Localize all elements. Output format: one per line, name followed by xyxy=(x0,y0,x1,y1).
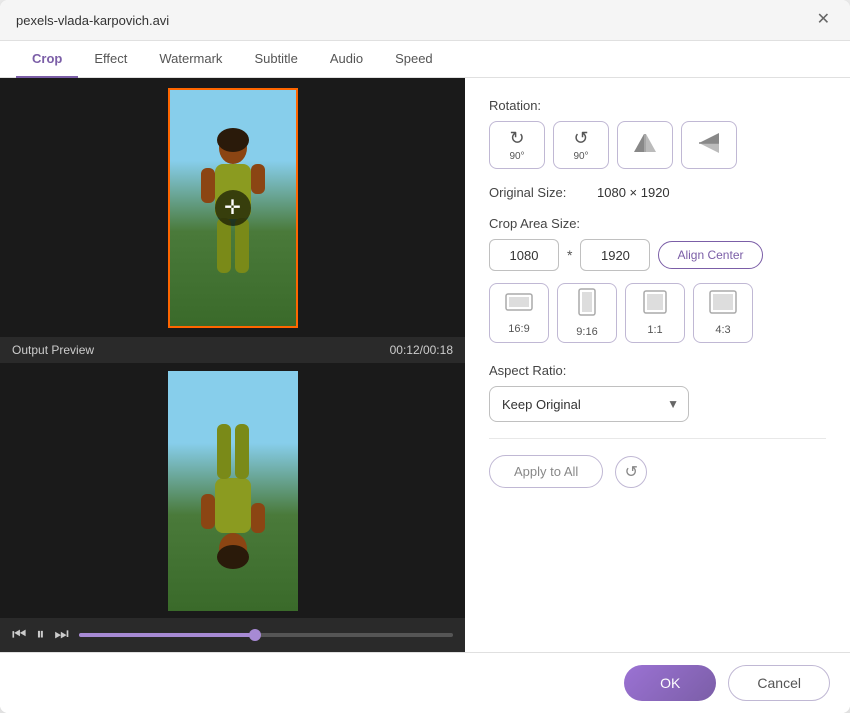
ar-1-1-label: 1:1 xyxy=(647,324,662,336)
prev-button[interactable]: ⏮ xyxy=(12,626,26,644)
time-display: 00:12/00:18 xyxy=(390,343,453,357)
right-panel: Rotation: ↻ 90° ↺ 90° xyxy=(465,78,850,652)
tab-subtitle[interactable]: Subtitle xyxy=(238,41,313,78)
divider xyxy=(489,438,826,439)
tab-watermark[interactable]: Watermark xyxy=(143,41,238,78)
next-button[interactable]: ⏭ xyxy=(54,626,68,644)
rotate-cw-button[interactable]: ↻ 90° xyxy=(489,121,545,169)
ar-4-3-button[interactable]: 4:3 xyxy=(693,283,753,343)
pause-button[interactable]: ⏸ xyxy=(36,626,44,644)
ok-button[interactable]: OK xyxy=(624,665,716,701)
apply-to-all-button[interactable]: Apply to All xyxy=(489,455,603,488)
crop-inputs: * Align Center xyxy=(489,239,826,271)
progress-fill xyxy=(79,633,255,637)
original-size-label: Original Size: xyxy=(489,185,589,200)
close-button[interactable]: ✕ xyxy=(813,10,834,30)
rotate-cw-icon: ↻ xyxy=(509,128,524,149)
ar-4-3-label: 4:3 xyxy=(715,324,730,336)
window-title: pexels-vlada-karpovich.avi xyxy=(16,13,169,28)
crop-area-section: Crop Area Size: * Align Center 16:9 xyxy=(489,216,826,347)
rotation-label: Rotation: xyxy=(489,98,826,113)
rotate-cw-label: 90° xyxy=(509,151,524,162)
progress-thumb[interactable] xyxy=(249,629,261,641)
output-video-frame xyxy=(168,371,298,611)
person-figure xyxy=(193,126,273,326)
move-cursor-icon: ✛ xyxy=(215,190,251,226)
flip-h-icon xyxy=(633,132,657,159)
ar-9-16-button[interactable]: 9:16 xyxy=(557,283,617,343)
ar-16-9-label: 16:9 xyxy=(508,323,529,335)
flip-v-icon xyxy=(697,132,721,159)
dialog-window: pexels-vlada-karpovich.avi ✕ Crop Effect… xyxy=(0,0,850,713)
ar-9-16-icon xyxy=(576,288,598,322)
tab-effect[interactable]: Effect xyxy=(78,41,143,78)
aspect-ratio-dropdown-wrap: Keep Original 16:9 9:16 1:1 4:3 21:9 Cus… xyxy=(489,386,689,422)
reset-button[interactable]: ↺ xyxy=(615,456,647,488)
input-preview-area: ✛ xyxy=(0,78,465,337)
rotate-ccw-button[interactable]: ↺ 90° xyxy=(553,121,609,169)
title-bar: pexels-vlada-karpovich.avi ✕ xyxy=(0,0,850,41)
aspect-ratio-label: Aspect Ratio: xyxy=(489,363,826,378)
tab-speed[interactable]: Speed xyxy=(379,41,449,78)
main-content: ✛ Output Preview 00:12/00:18 xyxy=(0,78,850,652)
playback-bar: ⏮ ⏸ ⏭ xyxy=(0,618,465,652)
ar-1-1-button[interactable]: 1:1 xyxy=(625,283,685,343)
crop-area-label: Crop Area Size: xyxy=(489,216,826,231)
crop-width-input[interactable] xyxy=(489,239,559,271)
left-panel: ✛ Output Preview 00:12/00:18 xyxy=(0,78,465,652)
flip-horizontal-button[interactable] xyxy=(617,121,673,169)
tab-crop[interactable]: Crop xyxy=(16,41,78,78)
output-video-area xyxy=(0,363,465,618)
flip-vertical-button[interactable] xyxy=(681,121,737,169)
ar-9-16-label: 9:16 xyxy=(576,326,597,338)
original-size-row: Original Size: 1080 × 1920 xyxy=(489,185,826,200)
apply-row: Apply to All ↺ xyxy=(489,455,826,488)
crop-height-input[interactable] xyxy=(580,239,650,271)
refresh-icon: ↺ xyxy=(625,462,638,482)
person-figure-flipped xyxy=(193,371,273,571)
cancel-button[interactable]: Cancel xyxy=(728,665,830,701)
output-preview-bar: Output Preview 00:12/00:18 xyxy=(0,337,465,363)
ar-1-1-icon xyxy=(643,290,667,320)
rotate-ccw-label: 90° xyxy=(573,151,588,162)
aspect-ratio-preset-buttons: 16:9 9:16 1:1 xyxy=(489,283,826,343)
tab-bar: Crop Effect Watermark Subtitle Audio Spe… xyxy=(0,41,850,78)
rotation-buttons: ↻ 90° ↺ 90° xyxy=(489,121,826,169)
rotate-ccw-icon: ↺ xyxy=(573,128,588,149)
original-size-value: 1080 × 1920 xyxy=(597,185,670,200)
crop-frame[interactable]: ✛ xyxy=(168,88,298,328)
ar-16-9-icon xyxy=(505,291,533,319)
progress-track[interactable] xyxy=(79,633,453,637)
aspect-ratio-select[interactable]: Keep Original 16:9 9:16 1:1 4:3 21:9 Cus… xyxy=(489,386,689,422)
footer: OK Cancel xyxy=(0,652,850,713)
ar-4-3-icon xyxy=(709,290,737,320)
ar-16-9-button[interactable]: 16:9 xyxy=(489,283,549,343)
multiply-sign: * xyxy=(567,247,572,263)
rotation-section: Rotation: ↻ 90° ↺ 90° xyxy=(489,98,826,169)
tab-audio[interactable]: Audio xyxy=(314,41,379,78)
aspect-ratio-section: Aspect Ratio: Keep Original 16:9 9:16 1:… xyxy=(489,363,826,422)
output-preview-label: Output Preview xyxy=(12,343,94,357)
align-center-button[interactable]: Align Center xyxy=(658,241,762,269)
